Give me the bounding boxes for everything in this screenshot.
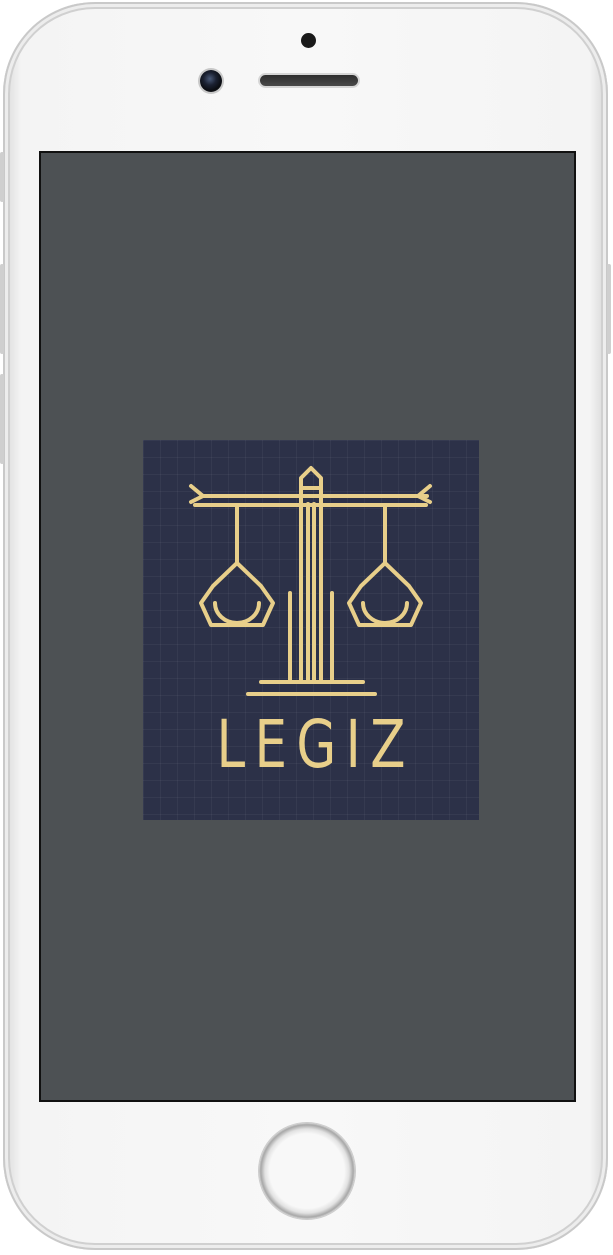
front-camera-icon [200, 70, 222, 92]
scales-of-justice-icon [189, 466, 432, 696]
app-screen[interactable]: LEGIZ [39, 151, 576, 1102]
earpiece-speaker [260, 75, 358, 86]
home-button[interactable] [259, 1123, 355, 1219]
proximity-sensor [301, 33, 316, 48]
brand-name: LEGIZ [216, 706, 415, 783]
app-logo: LEGIZ [143, 440, 479, 820]
volume-up-button [0, 264, 4, 354]
phone-frame: LEGIZ [0, 2, 611, 1250]
power-button [607, 264, 611, 354]
volume-down-button [0, 374, 4, 464]
side-button-left [0, 152, 4, 202]
